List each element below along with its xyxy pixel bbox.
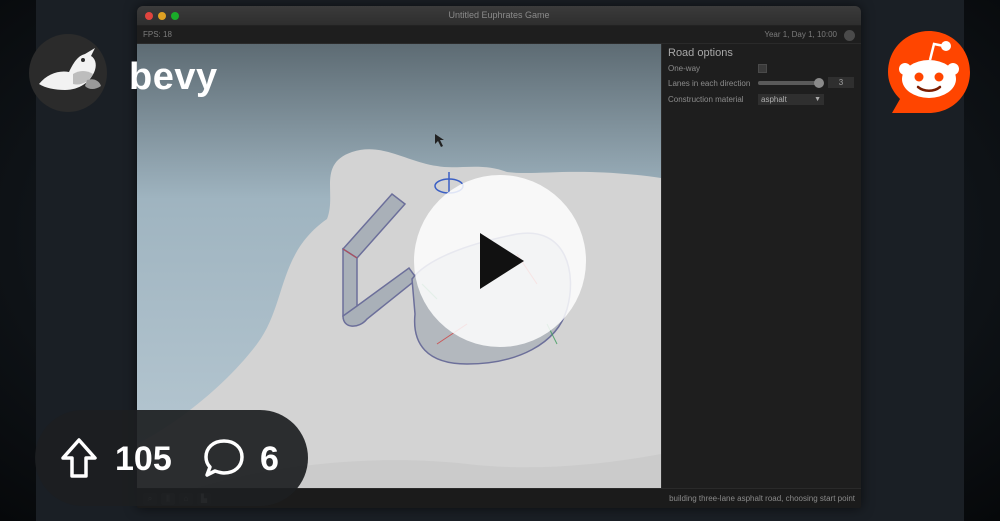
one-way-checkbox[interactable] [758, 64, 767, 73]
window-titlebar: Untitled Euphrates Game [137, 6, 861, 26]
status-text: building three-lane asphalt road, choosi… [669, 494, 855, 503]
chevron-down-icon: ▼ [814, 96, 821, 103]
clock-icon [844, 30, 855, 41]
game-clock: Year 1, Day 1, 10:00 [764, 30, 837, 39]
play-button[interactable] [414, 175, 586, 347]
upvote-count: 105 [115, 440, 172, 478]
material-selected-value: asphalt [761, 95, 787, 104]
lanes-slider-fill [758, 81, 819, 85]
lanes-value-field[interactable]: 3 [828, 77, 854, 88]
upvote-arrow-icon[interactable] [59, 436, 99, 480]
fps-counter: FPS: 18 [143, 30, 172, 39]
material-label: Construction material [668, 95, 744, 104]
one-way-label: One-way [668, 64, 701, 73]
lanes-label: Lanes in each direction [668, 79, 751, 88]
post-stats: 105 6 [35, 410, 308, 506]
lanes-slider[interactable] [758, 78, 824, 88]
bevy-bird-logo-icon[interactable] [29, 34, 107, 112]
panel-title: Road options [668, 47, 733, 59]
window-title: Untitled Euphrates Game [448, 10, 550, 20]
reddit-snoo-icon [888, 31, 970, 113]
material-select[interactable]: asphalt ▼ [758, 94, 824, 105]
road-options-panel: Road options One-way Lanes in each direc… [661, 44, 861, 488]
play-icon [480, 233, 524, 289]
comment-count: 6 [260, 440, 279, 478]
community-name[interactable]: bevy [129, 56, 218, 99]
lanes-slider-handle[interactable] [813, 78, 824, 88]
game-topbar: FPS: 18 Year 1, Day 1, 10:00 [137, 26, 861, 44]
comment-bubble-icon[interactable] [202, 437, 246, 479]
